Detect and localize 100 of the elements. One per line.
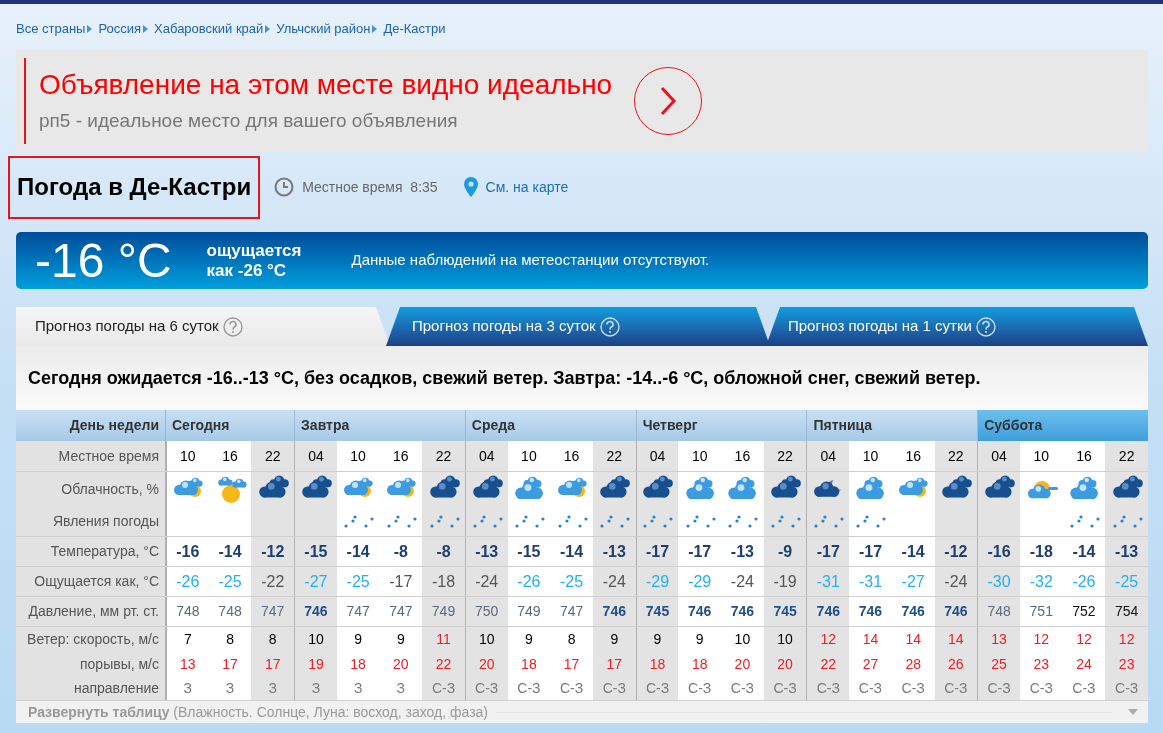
table-cell: 22 [251, 441, 295, 471]
table-cell: 18 [507, 652, 551, 676]
table-cell: 9 [379, 627, 423, 652]
table-cell: 754 [1105, 597, 1148, 626]
table-cell: -26 [1062, 567, 1106, 596]
row-label: направление [16, 676, 166, 700]
table-cell: 26 [934, 652, 978, 676]
day-header[interactable]: Сегодня [166, 410, 295, 441]
table-cell: С-З [763, 676, 807, 700]
forecast-tab[interactable]: Прогноз погоды на 6 суток [16, 307, 390, 346]
table-cell: 749 [507, 597, 551, 626]
table-cell: З [166, 676, 209, 700]
breadcrumb-link[interactable]: Ульчский район [276, 19, 371, 39]
help-icon[interactable] [222, 316, 243, 337]
forecast-tab[interactable]: Прогноз погоды на 3 суток [386, 307, 770, 346]
table-cell: 746 [678, 597, 722, 626]
table-cell: 24 [1062, 652, 1106, 676]
table-cell: 13 [166, 652, 209, 676]
table-cell: С-З [1105, 676, 1148, 700]
current-temperature: -16 °C [35, 236, 172, 285]
table-cell: С-З [977, 676, 1020, 700]
table-cell: -18 [1019, 537, 1063, 566]
table-cell: 8 [208, 627, 252, 652]
breadcrumb-link[interactable]: Де-Кастри [383, 19, 446, 39]
breadcrumb-link[interactable]: Россия [98, 19, 142, 39]
table-cell: 23 [1019, 652, 1063, 676]
table-cell: 746 [934, 597, 978, 626]
table-cell: 10 [294, 627, 337, 652]
table-cell: -15 [294, 537, 337, 566]
table-cell: З [251, 676, 295, 700]
local-time: Местное время 8:35 [302, 177, 438, 197]
table-cell: -17 [849, 537, 892, 566]
row-label: порывы, м/с [16, 652, 166, 676]
row-label: Ветер: скорость, м/с [16, 627, 166, 652]
breadcrumb-link[interactable]: Хабаровский край [154, 19, 264, 39]
row-label: Местное время [16, 441, 166, 471]
table-cell: -12 [251, 537, 295, 566]
table-cell: С-З [635, 676, 679, 700]
table-cell: 04 [635, 441, 679, 471]
table-cell: 12 [806, 627, 850, 652]
table-cell: -31 [849, 567, 892, 596]
table-cell: 17 [592, 652, 636, 676]
row-label: Давление, мм рт. ст. [16, 597, 166, 626]
map-link[interactable]: См. на карте [485, 176, 569, 198]
table-cell: С-З [550, 676, 593, 700]
row-label: Явления погоды [16, 506, 166, 536]
table-cell: 18 [635, 652, 679, 676]
forecast-tab[interactable]: Прогноз погоды на 1 сутки [766, 307, 1148, 346]
table-cell: -31 [806, 567, 850, 596]
table-cell: -26 [166, 567, 209, 596]
table-cell: 745 [763, 597, 807, 626]
table-cell: 746 [806, 597, 850, 626]
table-cell: -25 [336, 567, 380, 596]
table-cell: -24 [721, 567, 764, 596]
table-cell: 04 [464, 441, 508, 471]
table-cell: С-З [934, 676, 978, 700]
table-cell: 14 [849, 627, 892, 652]
day-header[interactable]: Суббота [977, 410, 1148, 441]
table-cell: 748 [208, 597, 252, 626]
table-cell: -13 [1105, 537, 1148, 566]
table-cell: 9 [507, 627, 551, 652]
feels-like: ощущается [206, 240, 302, 261]
table-cell: 20 [763, 652, 807, 676]
row-label: Ощущается как, °C [16, 567, 166, 596]
ad-banner[interactable]: Объявление на этом месте видно идеально рп5 - идеальное место для вашего объявления [16, 50, 1148, 151]
table-cell: -25 [1105, 567, 1148, 596]
table-cell: 16 [208, 441, 252, 471]
table-cell: -13 [721, 537, 764, 566]
row-label: Облачность, % [16, 472, 166, 506]
table-cell: 746 [721, 597, 764, 626]
table-cell: 10 [721, 627, 764, 652]
table-cell: 748 [977, 597, 1020, 626]
table-cell: 17 [251, 652, 295, 676]
table-cell: 747 [550, 597, 593, 626]
table-cell: -29 [678, 567, 722, 596]
table-cell: 13 [977, 627, 1020, 652]
table-cell: 22 [763, 441, 807, 471]
table-cell: З [379, 676, 423, 700]
chevron-right-icon [660, 85, 677, 116]
table-cell: 751 [1019, 597, 1063, 626]
table-cell: -14 [891, 537, 935, 566]
breadcrumb-link[interactable]: Все страны [16, 19, 86, 39]
table-cell: 746 [891, 597, 935, 626]
table-cell: -8 [422, 537, 465, 566]
table-cell: 746 [294, 597, 337, 626]
table-cell: 745 [635, 597, 679, 626]
separator-icon [87, 25, 93, 33]
table-cell: 12 [1062, 627, 1106, 652]
table-cell: 9 [678, 627, 722, 652]
table-cell: 22 [422, 441, 465, 471]
table-cell: С-З [721, 676, 764, 700]
separator-icon [143, 25, 149, 33]
table-cell: -14 [208, 537, 252, 566]
table-cell: 10 [507, 441, 551, 471]
feels-like: как -26 °C [206, 260, 288, 281]
caret-down-icon[interactable] [1128, 709, 1138, 715]
table-cell: 11 [422, 627, 465, 652]
table-cell: С-З [592, 676, 636, 700]
table-cell: 16 [550, 441, 593, 471]
table-cell: 10 [166, 441, 209, 471]
